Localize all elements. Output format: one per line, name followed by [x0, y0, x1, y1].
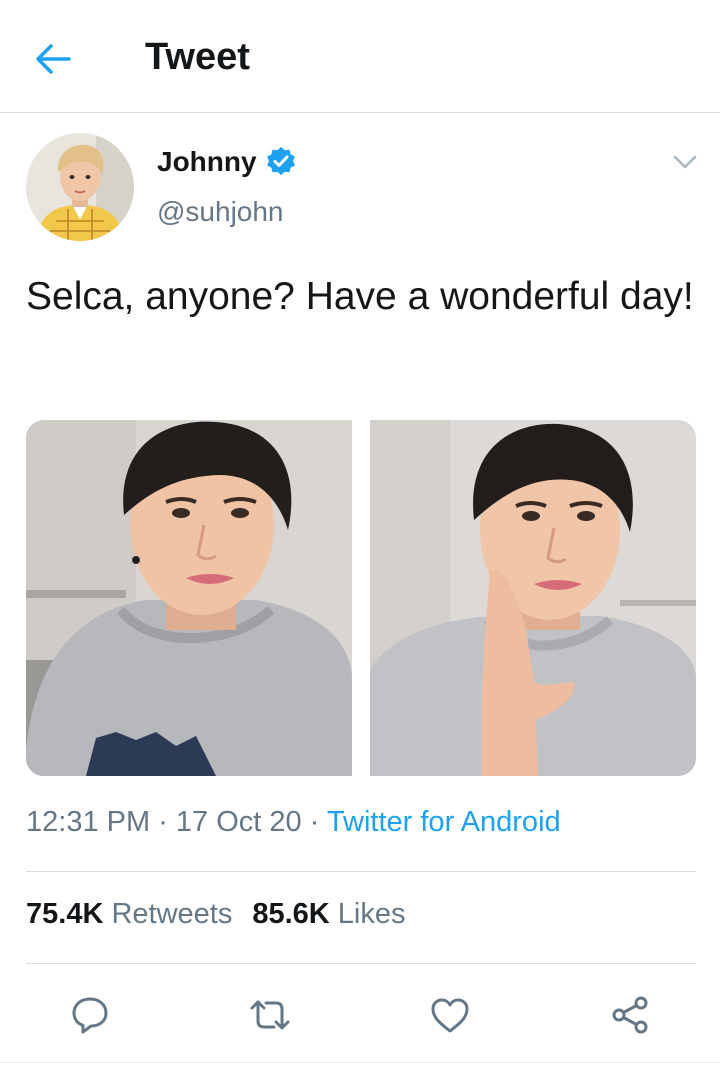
tweet-media: [26, 420, 696, 776]
tweet-stats: 75.4K Retweets 85.6K Likes: [26, 898, 406, 931]
like-button[interactable]: [420, 985, 480, 1045]
more-options-button[interactable]: [668, 148, 702, 176]
retweets-label: Retweets: [111, 898, 233, 930]
divider: [26, 963, 696, 964]
avatar[interactable]: [26, 133, 134, 241]
retweet-icon: [250, 1000, 290, 1030]
arrow-left-icon: [36, 44, 71, 74]
retweet-button[interactable]: [240, 985, 300, 1045]
tweet-date: 17 Oct 20: [175, 806, 302, 838]
like-icon: [431, 998, 469, 1033]
divider: [0, 1062, 720, 1063]
tweet-photo-1[interactable]: [26, 420, 352, 776]
tweet-photo-2[interactable]: [370, 420, 696, 776]
verified-badge-icon: [265, 146, 297, 178]
author-handle[interactable]: @suhjohn: [157, 196, 284, 228]
meta-separator: ·: [301, 806, 327, 838]
retweets-stat[interactable]: 75.4K Retweets: [26, 898, 232, 930]
likes-label: Likes: [337, 898, 406, 930]
meta-separator: ·: [150, 806, 176, 838]
tweet-actions: [0, 985, 720, 1045]
retweets-count: 75.4K: [26, 898, 104, 930]
share-icon: [612, 996, 648, 1034]
tweet-text: Selca, anyone? Have a wonderful day!: [26, 275, 694, 318]
likes-stat[interactable]: 85.6K Likes: [252, 898, 405, 930]
reply-button[interactable]: [60, 985, 120, 1045]
top-bar: Tweet: [0, 0, 720, 113]
author-name[interactable]: Johnny: [157, 146, 257, 178]
page-title: Tweet: [145, 36, 250, 78]
reply-icon: [72, 997, 108, 1034]
likes-count: 85.6K: [252, 898, 330, 930]
back-button[interactable]: [28, 36, 78, 82]
author-name-row[interactable]: Johnny: [157, 146, 297, 178]
chevron-down-icon: [673, 155, 697, 169]
divider: [26, 871, 696, 872]
tweet-source-link[interactable]: Twitter for Android: [327, 806, 561, 838]
share-button[interactable]: [600, 985, 660, 1045]
tweet-time: 12:31 PM: [26, 806, 151, 838]
tweet-meta: 12:31 PM · 17 Oct 20 · Twitter for Andro…: [26, 806, 561, 839]
